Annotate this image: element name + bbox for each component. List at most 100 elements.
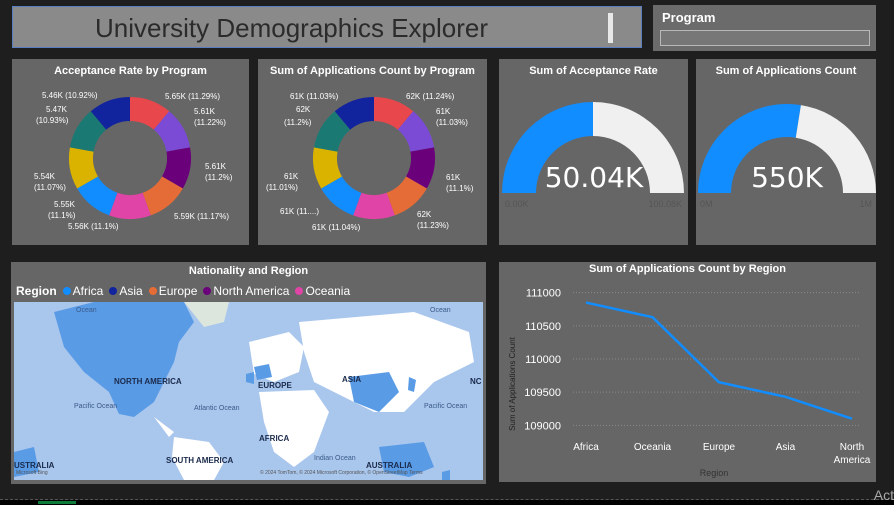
legend-label: Europe <box>158 284 198 298</box>
legend-item-north-america[interactable]: North America <box>203 284 289 298</box>
slice-label: (11.22%) <box>194 118 226 127</box>
slice-label: 5.65K (11.29%) <box>165 92 220 101</box>
map-label: NC <box>470 377 482 386</box>
x-tick-label: Africa <box>573 442 599 453</box>
ocean-label: Atlantic Ocean <box>194 405 240 412</box>
line-chart-panel[interactable]: Sum of Applications Count by Region 1110… <box>499 262 876 482</box>
applications-gauge-panel[interactable]: Sum of Applications Count 550K 0M 1M <box>696 59 876 245</box>
x-tick-label: America <box>834 455 871 466</box>
slice-label: (11.23%) <box>417 221 449 230</box>
map-label: AFRICA <box>259 434 289 443</box>
slice-label: 5.55K <box>54 200 76 209</box>
x-tick-label: North <box>840 442 864 453</box>
y-axis-label: Sum of Applications Count <box>508 336 517 431</box>
legend-dot <box>62 287 71 295</box>
legend-dot <box>148 287 157 295</box>
y-axis-ticks: 111000 110500 110000 109500 109000 <box>524 288 561 433</box>
legend-item-oceania[interactable]: Oceania <box>295 284 350 298</box>
bing-logo: Microsoft Bing <box>16 470 48 476</box>
gauge-min: 0M <box>700 199 713 209</box>
map-title: Nationality and Region <box>188 265 309 277</box>
legend-item-africa[interactable]: Africa <box>62 284 104 298</box>
slice-label: 61K <box>436 107 451 116</box>
gauge-value: 550K <box>751 161 823 194</box>
slice-label: 61K (11.03%) <box>290 92 339 101</box>
y-tick-label: 109500 <box>524 387 561 399</box>
map-label: SOUTH AMERICA <box>166 456 233 465</box>
series-line[interactable] <box>585 301 853 420</box>
uk-highlight[interactable] <box>246 372 254 384</box>
slice-label: 5.54K <box>34 172 56 181</box>
legend-title: Region <box>16 284 57 298</box>
slice-label: 62K (11.24%) <box>406 92 455 101</box>
chart-grid <box>573 292 859 426</box>
map-label: ASIA <box>342 375 361 384</box>
slice-label: 61K (11....) <box>280 207 319 216</box>
legend-dot <box>109 287 118 295</box>
acceptance-donut-svg: 5.65K (11.29%) 5.61K (11.22%) 5.61K (11.… <box>34 91 233 231</box>
slice-label: 62K <box>296 105 311 114</box>
y-tick-label: 109000 <box>524 420 561 432</box>
legend-item-europe[interactable]: Europe <box>148 284 198 298</box>
acceptance-gauge-svg: 50.04K 0.00K 100.08K <box>502 102 684 209</box>
slice-label: 5.61K <box>194 107 216 116</box>
ocean-label: Pacific Ocean <box>424 403 467 410</box>
slice-label: (10.93%) <box>36 116 69 125</box>
north-america-shape[interactable] <box>54 302 194 417</box>
slicer-label: Program <box>662 10 716 25</box>
slice-label: 5.46K (10.92%) <box>42 91 98 100</box>
ocean-label: Ocean <box>76 307 97 314</box>
program-dropdown[interactable] <box>660 30 870 46</box>
report-canvas: University Demographics Explorer Program… <box>0 0 894 500</box>
map-label: EUROPE <box>258 381 292 390</box>
world-map-svg: NORTH AMERICA EUROPE ASIA AFRICA SOUTH A… <box>14 302 482 480</box>
ocean-label: Pacific Ocean <box>74 403 117 410</box>
applications-donut[interactable] <box>313 97 435 219</box>
ocean-label: Ocean <box>430 307 451 314</box>
legend-item-asia[interactable]: Asia <box>109 284 143 298</box>
x-tick-label: Oceania <box>634 442 672 453</box>
legend-dot <box>295 287 304 295</box>
world-map[interactable]: NORTH AMERICA EUROPE ASIA AFRICA SOUTH A… <box>14 302 483 480</box>
gauge-min: 0.00K <box>505 199 529 209</box>
y-tick-label: 110500 <box>525 321 561 333</box>
applications-donut-svg: 62K (11.24%) 61K (11.03%) 61K (11.1%) 62… <box>266 92 474 232</box>
slice-label: (11.1%) <box>446 184 474 193</box>
map-legend: Region Africa Asia Europe North America … <box>16 284 350 298</box>
line-chart-svg: 111000 110500 110000 109500 109000 Africa Oce… <box>508 288 871 478</box>
legend-label: Oceania <box>305 284 351 298</box>
acceptance-donut-panel[interactable]: Acceptance Rate by Program 5.65K (11.29%… <box>12 59 249 245</box>
slice-label: (11.07%) <box>34 183 66 192</box>
slice-label: (11.01%) <box>266 183 298 192</box>
ocean-label: Indian Ocean <box>314 455 356 462</box>
acceptance-donut[interactable] <box>69 97 191 219</box>
status-accent <box>38 501 76 504</box>
slice-label: (11.03%) <box>436 118 468 127</box>
slice-label: 5.61K <box>205 162 227 171</box>
gauge-value: 50.04K <box>545 161 644 194</box>
map-panel[interactable]: Nationality and Region Region Africa Asi… <box>11 262 486 484</box>
map-attribution[interactable]: © 2024 TomTom, © 2024 Microsoft Corporat… <box>260 469 423 476</box>
slice-label: 61K <box>284 172 299 181</box>
slice-label: (11.1%) <box>48 211 76 220</box>
legend-label: North America <box>213 284 290 298</box>
slice-label: 61K <box>446 173 461 182</box>
new-zealand-shape[interactable] <box>442 470 450 480</box>
title-scroll-handle[interactable] <box>608 13 613 43</box>
map-label: USTRALIA <box>14 461 55 470</box>
legend-label: Africa <box>72 284 104 298</box>
x-axis-label: Region <box>700 468 729 478</box>
program-slicer[interactable]: Program <box>653 5 876 51</box>
central-america-shape <box>154 417 174 437</box>
gauge-max: 1M <box>859 199 872 209</box>
x-axis-ticks: Africa Oceania Europe Asia North America <box>573 442 871 466</box>
x-tick-label: Europe <box>703 442 736 453</box>
y-tick-label: 110000 <box>525 354 561 366</box>
acceptance-gauge-panel[interactable]: Sum of Acceptance Rate 50.04K 0.00K 100.… <box>499 59 688 245</box>
slice-label: 61K (11.04%) <box>312 223 361 232</box>
applications-donut-panel[interactable]: Sum of Applications Count by Program 62K… <box>258 59 487 245</box>
slice-label: (11.2%) <box>205 173 233 182</box>
slice-label: 5.59K (11.17%) <box>174 212 229 221</box>
slice-label: 62K <box>417 210 432 219</box>
applications-gauge-svg: 550K 0M 1M <box>698 104 876 209</box>
